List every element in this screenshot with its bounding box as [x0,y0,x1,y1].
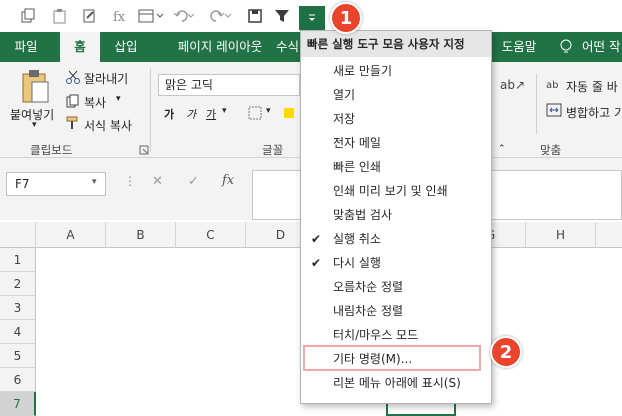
menu-item-label: 빠른 인쇄 [333,160,381,174]
menu-item[interactable]: 빠른 인쇄 [301,155,491,179]
filter-icon[interactable] [272,5,292,27]
bold-button[interactable]: 가 [164,106,174,122]
underline-dropdown-icon[interactable]: ▾ [222,106,227,116]
enter-icon[interactable]: ✓ [188,174,199,189]
wrap-text-icon[interactable]: ab [546,76,562,95]
view-icon[interactable] [137,5,165,27]
row-header[interactable]: 2 [0,272,36,296]
alignment-group-label: 맞춤 [540,143,562,157]
menu-title: 빠른 실행 도구 모음 사용자 지정 [301,31,491,57]
column-header[interactable]: A [36,222,106,248]
name-box[interactable]: F7 [6,172,106,196]
lightbulb-icon[interactable] [556,32,576,62]
format-painter-icon[interactable] [80,5,100,27]
menu-item-label: 열기 [333,88,356,102]
menu-item[interactable]: 새로 만들기 [301,59,491,83]
copy-icon[interactable] [18,5,38,27]
menu-item[interactable]: 저장 [301,107,491,131]
step-badge-2: 2 [490,336,522,368]
cancel-icon[interactable]: ✕ [152,174,163,189]
row-header[interactable]: 6 [0,368,36,392]
tab-file[interactable]: 파일 [4,32,48,62]
select-all-corner[interactable] [0,222,36,248]
font-name-select[interactable]: 맑은 고딕 [158,74,300,96]
column-header[interactable]: B [106,222,176,248]
menu-item-label: 새로 만들기 [333,64,393,78]
row-header[interactable]: 1 [0,248,36,272]
paste-special-icon[interactable] [50,5,70,27]
clear-format-icon[interactable]: fx [110,5,130,27]
svg-text:fx: fx [113,10,126,24]
row-header[interactable]: 5 [0,344,36,368]
step-badge-1: 1 [330,2,362,34]
column-header-partial[interactable] [596,222,622,248]
name-box-dropdown-icon[interactable]: ▾ [92,177,97,187]
formula-bar-grip-icon: ⋮ [124,174,136,188]
menu-item-label: 저장 [333,112,356,126]
tab-insert[interactable]: 삽입 [106,32,146,62]
menu-item[interactable]: 맞춤법 검사 [301,203,491,227]
copy-button[interactable]: 복사 [84,94,106,111]
format-painter-button[interactable]: 서식 복사 [84,117,132,134]
tab-help[interactable]: 도움말 [494,32,544,62]
menu-item-label: 내림차순 정렬 [333,304,404,318]
menu-item[interactable]: 터치/마우스 모드 [301,323,491,347]
menu-item-label: 터치/마우스 모드 [333,328,419,342]
menu-item[interactable]: 내림차순 정렬 [301,299,491,323]
italic-button[interactable]: 가 [186,106,196,122]
fill-color-icon[interactable] [284,108,294,118]
row-header-selected[interactable]: 7 [0,392,36,416]
menu-item[interactable]: 인쇄 미리 보기 및 인쇄 [301,179,491,203]
tell-me-box[interactable]: 어떤 작 [582,32,622,62]
menu-item[interactable]: 오름차순 정렬 [301,275,491,299]
menu-item[interactable]: ✔ 다시 실행 [301,251,491,275]
merge-center-button[interactable]: 병합하고 기 [566,104,622,121]
save-as-icon[interactable] [245,5,265,27]
wrap-text-button[interactable]: 자동 줄 바 [566,78,618,95]
menu-item-show-below-ribbon[interactable]: 리본 메뉴 아래에 표시(S) [301,371,491,395]
menu-item[interactable]: 전자 메일 [301,131,491,155]
menu-item-label: 오름차순 정렬 [333,280,404,294]
menu-item-label: 인쇄 미리 보기 및 인쇄 [333,184,448,198]
customize-qat-icon[interactable] [298,5,326,31]
merge-center-icon[interactable] [546,102,562,121]
paste-dropdown-icon[interactable]: ▾ [32,120,37,130]
border-icon[interactable] [248,106,264,123]
menu-item[interactable]: ✔ 실행 취소 [301,227,491,251]
font-group-label: 글꼴 [262,143,284,157]
check-icon: ✔ [311,256,322,270]
row-header[interactable]: 4 [0,320,36,344]
ribbon-collapse-icon[interactable]: ⌃ [498,144,506,154]
svg-text:ab: ab [546,80,558,91]
paste-icon[interactable] [20,68,50,107]
undo-icon[interactable] [172,5,196,27]
insert-function-icon[interactable]: fx [222,173,234,188]
menu-item[interactable]: 열기 [301,83,491,107]
tab-home[interactable]: 홈 [60,32,100,62]
underline-button[interactable]: 가 [206,106,216,122]
menu-item-label: 실행 취소 [333,232,381,246]
border-dropdown-icon[interactable]: ▾ [266,106,271,116]
redo-icon[interactable] [208,5,232,27]
quick-access-toolbar: fx [0,0,622,32]
copy-small-icon[interactable] [66,94,80,111]
menu-item-label: 리본 메뉴 아래에 표시(S) [333,376,461,390]
clipboard-group-label: 클립보드 [30,143,73,157]
menu-item-label: 다시 실행 [333,256,381,270]
tab-page-layout[interactable]: 페이지 레이아웃 [160,32,280,62]
clipboard-launcher-icon[interactable] [139,144,149,158]
orientation-icon[interactable]: ab↗ [500,78,525,92]
cut-icon[interactable] [66,70,80,87]
cut-button[interactable]: 잘라내기 [84,70,128,87]
column-header[interactable]: C [176,222,246,248]
menu-item-label: 전자 메일 [333,136,381,150]
highlight-box [303,345,481,371]
format-painter-small-icon[interactable] [66,116,80,133]
row-header[interactable]: 3 [0,296,36,320]
column-header[interactable]: H [526,222,596,248]
check-icon: ✔ [311,232,322,246]
menu-item-label: 맞춤법 검사 [333,208,393,222]
copy-dropdown-icon[interactable]: ▾ [116,94,121,104]
